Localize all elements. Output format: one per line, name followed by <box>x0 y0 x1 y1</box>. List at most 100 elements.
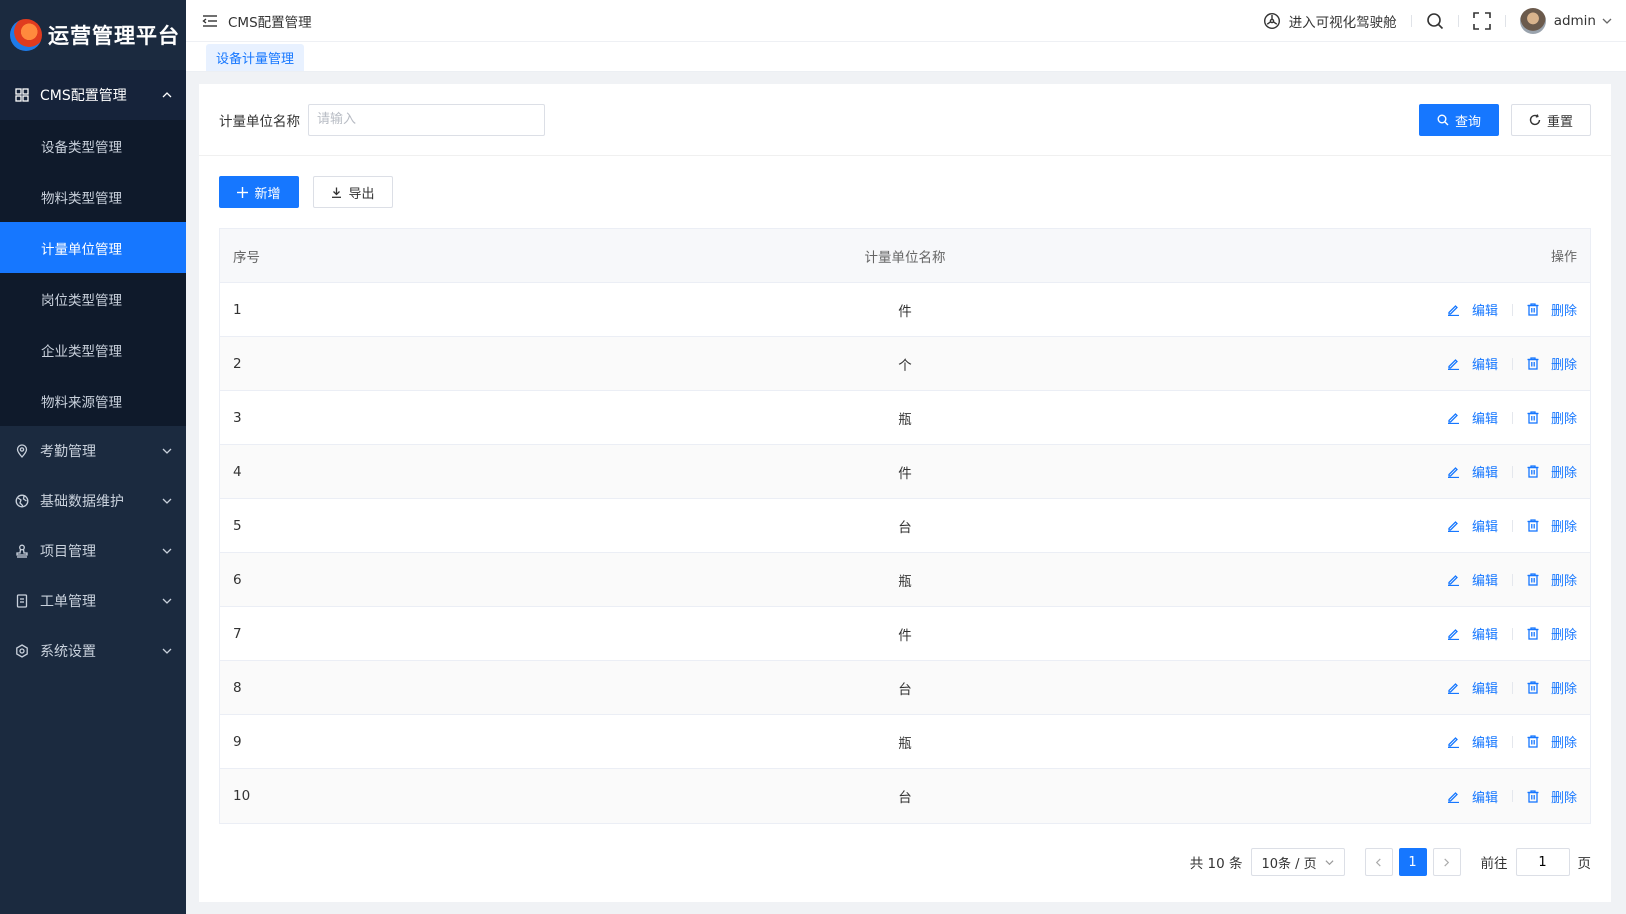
edit-icon <box>1447 465 1466 478</box>
edit-button[interactable]: 编辑 <box>1447 408 1498 427</box>
avatar <box>1519 8 1546 34</box>
sidebar-group-basic-data[interactable]: 基础数据维护 <box>0 476 186 526</box>
edit-label: 编辑 <box>1471 574 1498 589</box>
sidebar-item-device-type[interactable]: 设备类型管理 <box>0 120 186 171</box>
delete-button[interactable]: 删除 <box>1527 300 1577 319</box>
sidebar-group-settings[interactable]: 系统设置 <box>0 626 186 676</box>
logo-text: 运营管理平台 <box>48 24 180 48</box>
user-menu[interactable]: admin <box>1519 8 1612 34</box>
edit-button[interactable]: 编辑 <box>1447 732 1498 751</box>
trash-icon <box>1527 681 1545 694</box>
sidebar-group-attendance[interactable]: 考勤管理 <box>0 426 186 476</box>
delete-button[interactable]: 删除 <box>1527 732 1577 751</box>
sidebar-group-cms[interactable]: CMS配置管理 <box>0 70 186 120</box>
sidebar-group-label: CMS配置管理 <box>40 88 127 104</box>
goto-page-input[interactable] <box>1515 848 1570 876</box>
delete-button[interactable]: 删除 <box>1527 570 1577 589</box>
chevron-left-icon <box>1375 857 1381 867</box>
table-row: 7 件 编辑 删除 <box>220 607 1590 661</box>
page-number-1[interactable]: 1 <box>1398 848 1427 876</box>
sidebar-group-project[interactable]: 项目管理 <box>0 526 186 576</box>
sidebar-item-post-type[interactable]: 岗位类型管理 <box>0 273 186 324</box>
trash-icon <box>1527 357 1545 370</box>
edit-icon <box>1447 411 1466 424</box>
delete-button[interactable]: 删除 <box>1527 354 1577 373</box>
cell-actions: 编辑 删除 <box>1290 462 1590 481</box>
document-icon <box>14 593 30 609</box>
sidebar-group-label: 项目管理 <box>40 544 96 560</box>
cell-index: 3 <box>233 409 242 426</box>
delete-label: 删除 <box>1550 790 1577 806</box>
divider <box>1511 303 1513 316</box>
search-icon <box>1437 114 1449 126</box>
trash-icon <box>1527 411 1545 424</box>
cell-actions: 编辑 删除 <box>1290 732 1590 751</box>
divider <box>1457 15 1459 27</box>
query-button[interactable]: 查询 <box>1419 104 1499 136</box>
sidebar-item-company-type[interactable]: 企业类型管理 <box>0 324 186 375</box>
page-size-select[interactable]: 10条 / 页 <box>1250 848 1345 876</box>
prev-page-button[interactable] <box>1364 848 1393 876</box>
delete-button[interactable]: 删除 <box>1527 678 1577 697</box>
edit-label: 编辑 <box>1471 736 1498 751</box>
edit-button[interactable]: 编辑 <box>1447 570 1498 589</box>
chevron-down-icon <box>1324 859 1334 865</box>
cell-actions: 编辑 删除 <box>1290 570 1590 589</box>
sidebar-group-label: 系统设置 <box>40 644 96 660</box>
table-row: 10 台 编辑 删除 <box>220 769 1590 823</box>
trash-icon <box>1527 519 1545 532</box>
search-icon[interactable] <box>1426 12 1444 30</box>
delete-label: 删除 <box>1550 412 1577 427</box>
reset-label: 重置 <box>1546 114 1573 130</box>
edit-label: 编辑 <box>1471 358 1498 373</box>
cockpit-link[interactable]: 进入可视化驾驶舱 <box>1263 11 1397 31</box>
cell-unit-name: 件 <box>898 303 912 320</box>
sidebar-item-unit[interactable]: 计量单位管理 <box>0 222 186 273</box>
chevron-down-icon <box>162 548 172 554</box>
logo[interactable]: 运营管理平台 <box>0 0 186 70</box>
query-label: 查询 <box>1454 114 1481 130</box>
edit-icon <box>1447 735 1466 748</box>
plus-icon <box>237 186 249 198</box>
delete-button[interactable]: 删除 <box>1527 408 1577 427</box>
edit-button[interactable]: 编辑 <box>1447 300 1498 319</box>
edit-button[interactable]: 编辑 <box>1447 354 1498 373</box>
divider <box>1504 15 1506 27</box>
delete-label: 删除 <box>1550 628 1577 643</box>
edit-button[interactable]: 编辑 <box>1447 462 1498 481</box>
sidebar-item-material-source[interactable]: 物料来源管理 <box>0 375 186 426</box>
delete-button[interactable]: 删除 <box>1527 516 1577 535</box>
cell-unit-name: 台 <box>898 681 912 698</box>
cell-index: 6 <box>233 571 242 588</box>
refresh-icon <box>1529 114 1541 126</box>
divider <box>1511 465 1513 478</box>
reset-button[interactable]: 重置 <box>1511 104 1591 136</box>
delete-button[interactable]: 删除 <box>1527 462 1577 481</box>
chevron-down-icon <box>162 598 172 604</box>
tab-bar: 设备计量管理 <box>186 42 1626 72</box>
unit-name-input[interactable] <box>308 103 545 136</box>
sidebar-item-material-type[interactable]: 物料类型管理 <box>0 171 186 222</box>
export-button[interactable]: 导出 <box>313 176 393 208</box>
sidebar: 运营管理平台 CMS配置管理 设备类型管理 物料类型管理 计量单位管理 岗位类型… <box>0 0 186 914</box>
table-header: 序号 计量单位名称 操作 <box>220 229 1590 283</box>
edit-button[interactable]: 编辑 <box>1447 624 1498 643</box>
cell-unit-name: 件 <box>898 465 912 482</box>
delete-button[interactable]: 删除 <box>1527 624 1577 643</box>
fullscreen-icon[interactable] <box>1472 12 1491 30</box>
edit-icon <box>1447 357 1466 370</box>
next-page-button[interactable] <box>1432 848 1461 876</box>
sidebar-group-workorder[interactable]: 工单管理 <box>0 576 186 626</box>
edit-button[interactable]: 编辑 <box>1447 516 1498 535</box>
delete-label: 删除 <box>1550 574 1577 589</box>
cell-actions: 编辑 删除 <box>1290 300 1590 319</box>
menu-fold-icon[interactable] <box>202 14 218 28</box>
delete-button[interactable]: 删除 <box>1527 787 1577 806</box>
tab-device-unit[interactable]: 设备计量管理 <box>206 44 305 71</box>
add-button[interactable]: 新增 <box>219 176 299 208</box>
delete-label: 删除 <box>1550 304 1577 319</box>
trash-icon <box>1527 735 1545 748</box>
edit-button[interactable]: 编辑 <box>1447 787 1498 806</box>
edit-icon <box>1447 573 1466 586</box>
edit-button[interactable]: 编辑 <box>1447 678 1498 697</box>
